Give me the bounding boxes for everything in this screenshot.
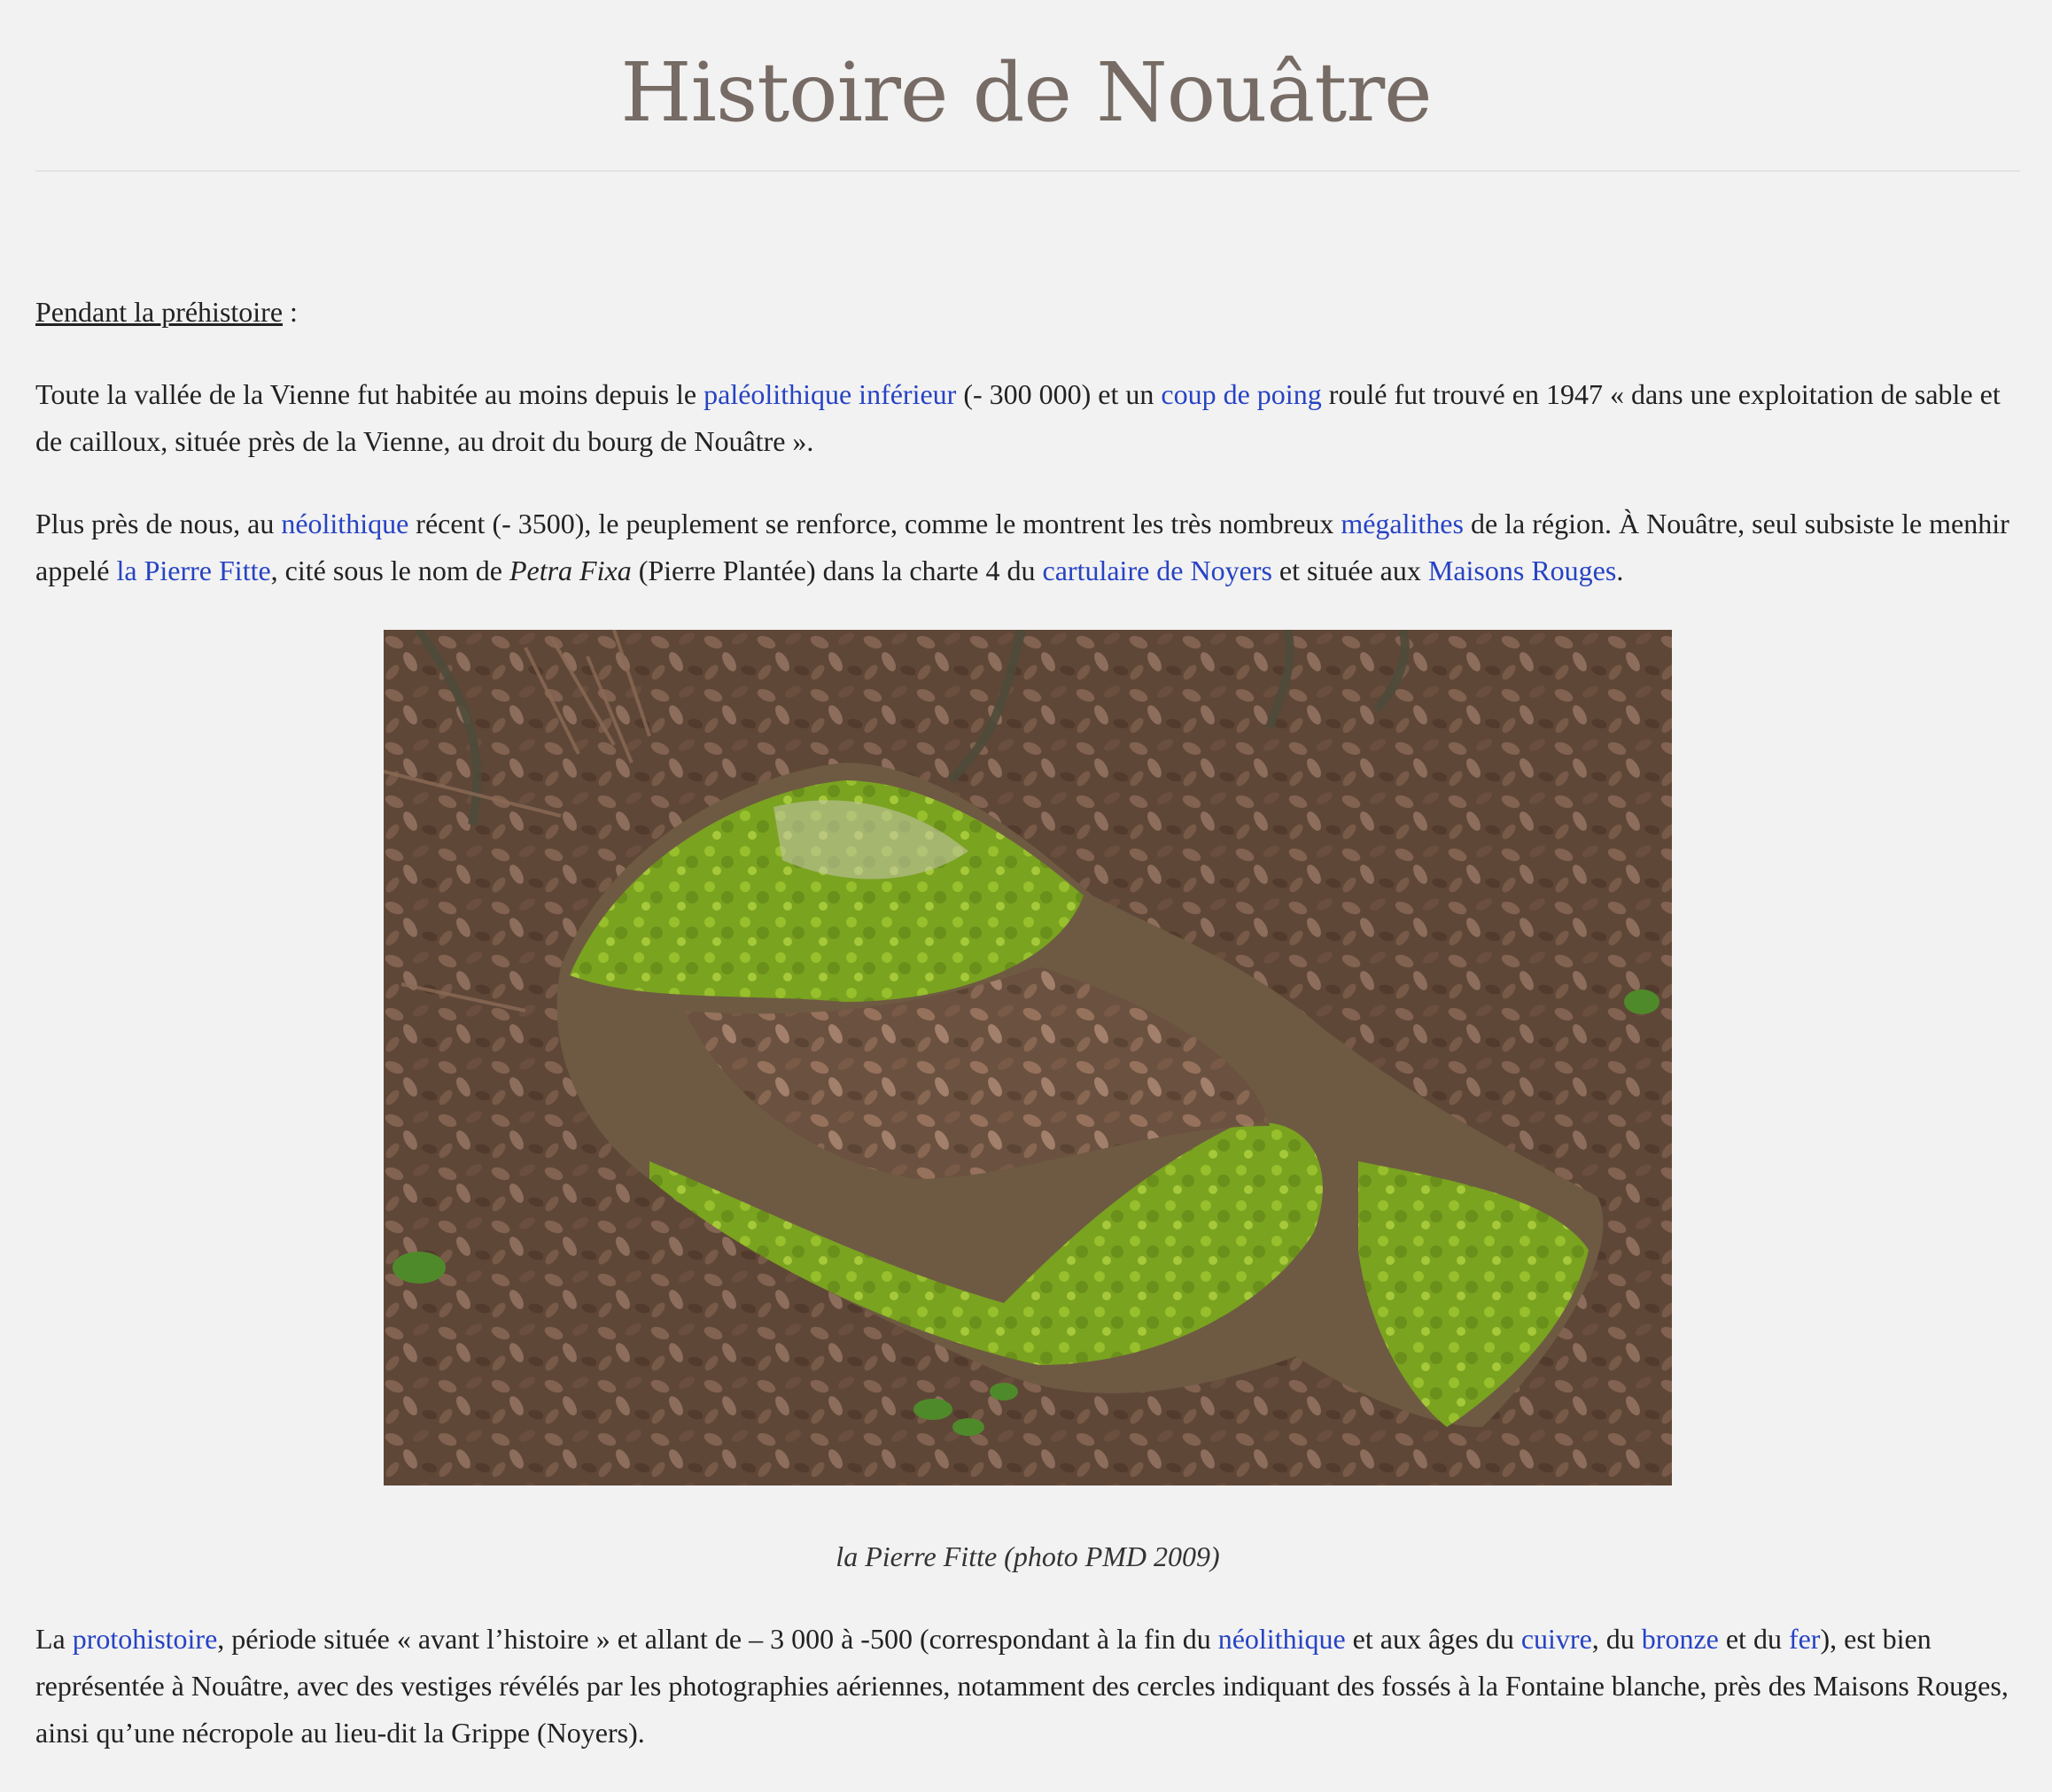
text: , période située « avant l’histoire » et…: [217, 1623, 1218, 1655]
page: Histoire de Nouâtre Pendant la préhistoi…: [0, 0, 2052, 1765]
link-la-pierre-fitte[interactable]: la Pierre Fitte: [117, 555, 271, 586]
paragraph-neolithic: Plus près de nous, au néolithique récent…: [35, 500, 2020, 594]
link-neolithique[interactable]: néolithique: [281, 508, 408, 539]
text: et aux âges du: [1345, 1623, 1521, 1655]
link-fer[interactable]: fer: [1789, 1623, 1821, 1655]
link-protohistoire[interactable]: protohistoire: [73, 1623, 218, 1655]
figure-caption: la Pierre Fitte (photo PMD 2009): [836, 1540, 1220, 1572]
title-divider: [35, 170, 2020, 172]
emphasis-petra-fixa: Petra Fixa: [509, 555, 632, 586]
link-cuivre[interactable]: cuivre: [1521, 1623, 1592, 1655]
paragraph-protohistory: La protohistoire, période située « avant…: [35, 1616, 2020, 1757]
link-cartulaire-de-noyers[interactable]: cartulaire de Noyers: [1043, 555, 1272, 586]
text: (- 300 000) et un: [956, 378, 1162, 410]
photo-illustration: [384, 630, 1672, 1486]
link-megalithes[interactable]: mégalithes: [1341, 508, 1464, 539]
link-bronze[interactable]: bronze: [1642, 1623, 1719, 1655]
paragraph-paleolithic: Toute la vallée de la Vienne fut habitée…: [35, 371, 2020, 465]
text: La: [35, 1623, 73, 1655]
section-heading-label: Pendant la préhistoire: [35, 296, 284, 328]
text: et située aux: [1271, 555, 1428, 586]
link-paleolithique-inferieur[interactable]: paléolithique inférieur: [703, 378, 956, 410]
text: Toute la vallée de la Vienne fut habitée…: [35, 378, 704, 410]
photo-pierre-fitte: [384, 630, 1672, 1486]
page-title: Histoire de Nouâtre: [620, 45, 1432, 140]
link-neolithique-2[interactable]: néolithique: [1218, 1623, 1346, 1655]
figure: [35, 630, 2020, 1500]
link-coup-de-poing[interactable]: coup de poing: [1161, 378, 1321, 410]
text: , cité sous le nom de: [270, 555, 509, 586]
text: , du: [1591, 1623, 1642, 1655]
article-content: Pendant la préhistoire : Toute la vallée…: [35, 289, 2020, 1792]
section-heading: Pendant la préhistoire :: [35, 289, 2020, 336]
text: .: [1616, 555, 1624, 586]
link-maisons-rouges[interactable]: Maisons Rouges: [1428, 555, 1616, 586]
text: Plus près de nous, au: [35, 508, 282, 539]
text: et du: [1718, 1623, 1789, 1655]
section-heading-suffix: :: [283, 296, 298, 328]
text: (Pierre Plantée) dans la charte 4 du: [631, 555, 1043, 586]
text: récent (- 3500), le peuplement se renfor…: [408, 508, 1341, 539]
